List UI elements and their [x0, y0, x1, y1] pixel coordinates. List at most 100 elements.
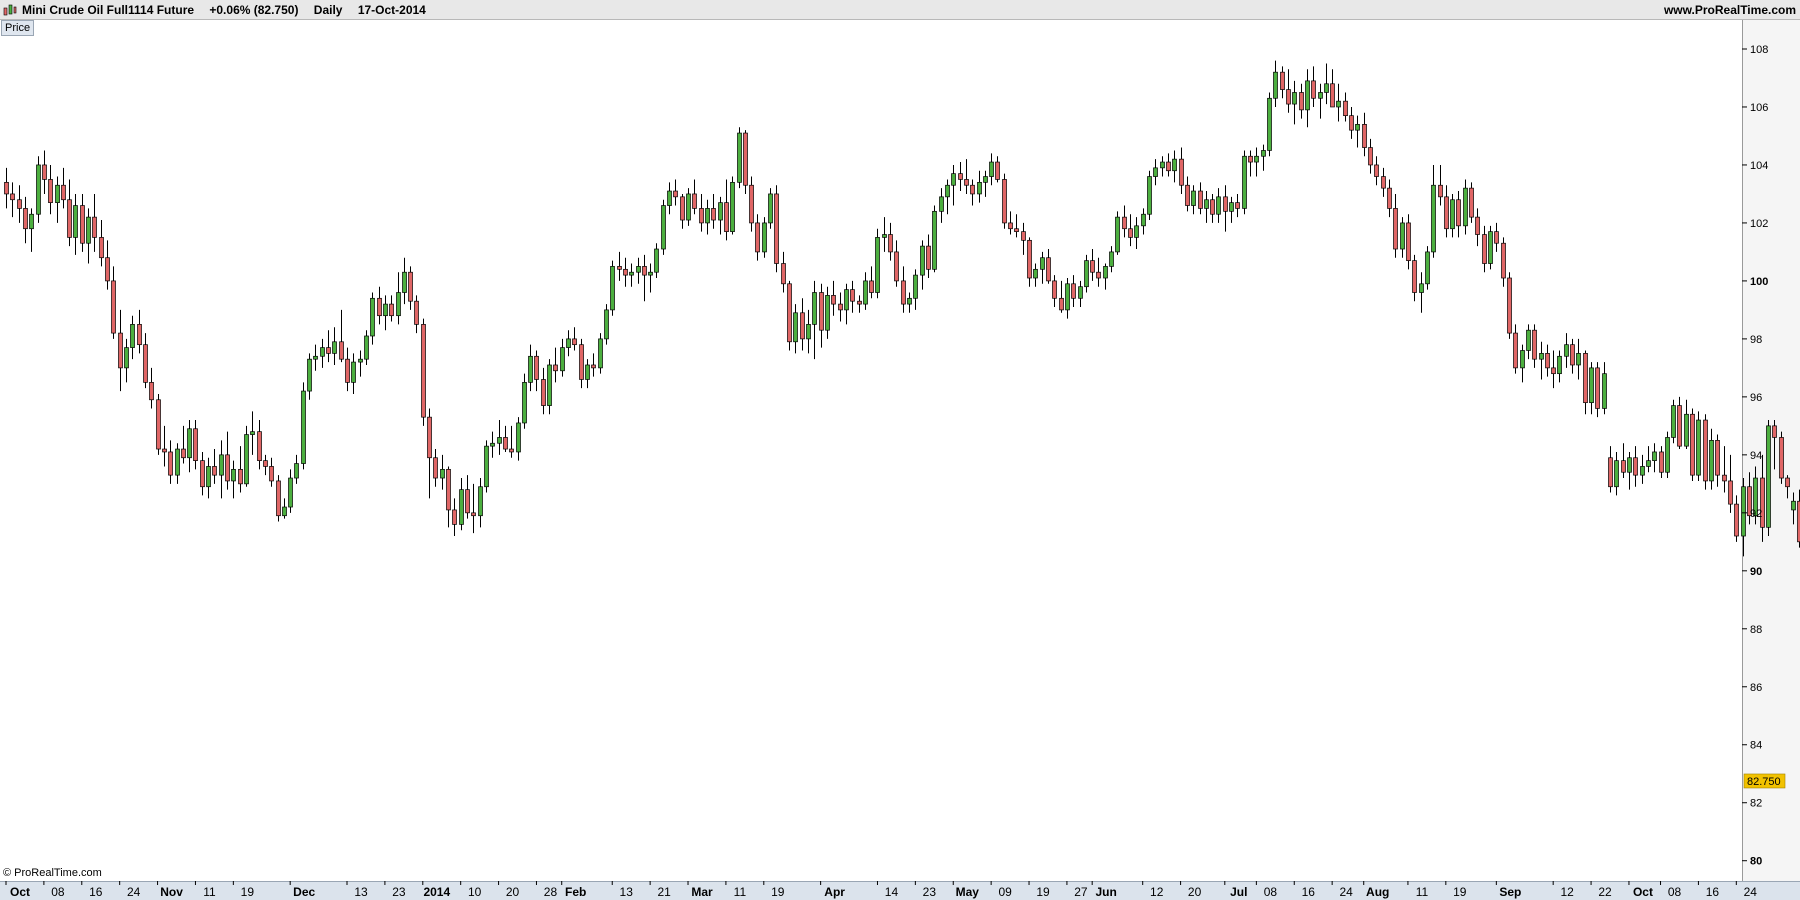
candle-body: [1532, 329, 1537, 360]
candle-body: [257, 431, 262, 461]
candle-body: [534, 355, 539, 380]
candle-body: [604, 309, 609, 340]
candle-body: [1406, 222, 1411, 261]
price-tab[interactable]: Price: [1, 20, 35, 36]
candle-body: [667, 190, 672, 206]
candle-body: [1292, 92, 1297, 105]
candle-body: [1709, 440, 1714, 482]
candle-body: [951, 173, 956, 186]
candle-body: [547, 364, 552, 406]
candle-body: [168, 451, 173, 476]
candle-body: [882, 234, 887, 238]
candle-body: [888, 234, 893, 253]
candle-body: [1305, 80, 1310, 111]
candle-body: [358, 358, 363, 363]
candle-body: [699, 208, 704, 224]
x-tick-label: 08: [51, 885, 65, 899]
candle-body: [36, 164, 41, 215]
candle-body: [244, 434, 249, 485]
price-chart[interactable]: 80 82 84 86 88 90 92 94 96 98 100 102 104 106 108 82.75…: [0, 20, 1800, 900]
candle-body: [749, 184, 754, 224]
candle-body: [1570, 344, 1575, 366]
candle-body: [1551, 367, 1556, 375]
candle-body: [1608, 457, 1613, 488]
x-tick-label: 28: [544, 885, 558, 899]
candle-body: [610, 266, 615, 311]
candle-body: [1595, 367, 1600, 409]
candle-body: [1147, 176, 1152, 215]
candle-body: [497, 437, 502, 444]
candle-body: [42, 164, 47, 180]
candle-body: [307, 358, 312, 392]
candle-body: [1791, 500, 1796, 511]
candle-body: [1722, 474, 1727, 482]
candle-body: [200, 460, 205, 488]
candle-body: [1438, 184, 1443, 198]
last-price-label: 82.750: [1747, 776, 1781, 788]
candle-body: [1153, 167, 1158, 177]
y-tick-label: 96: [1750, 392, 1762, 404]
y-tick-label: 100: [1750, 276, 1768, 288]
candle-body: [844, 289, 849, 311]
candle-body: [162, 448, 167, 453]
candle-body: [1677, 405, 1682, 447]
candle-body: [130, 324, 135, 348]
candle-body: [219, 454, 224, 476]
candle-body: [1160, 161, 1165, 169]
candle-body: [1557, 355, 1562, 375]
candle-body: [1141, 213, 1146, 227]
candle-body: [471, 512, 476, 517]
candle-body: [989, 161, 994, 177]
candle-body: [661, 205, 666, 250]
candle-body: [617, 266, 622, 270]
candle-body: [250, 431, 255, 435]
candle-body: [572, 338, 577, 346]
candle-body: [408, 271, 413, 302]
chart-icon: [3, 4, 17, 16]
candle-body: [983, 176, 988, 183]
candle-body: [276, 480, 281, 517]
candle-body: [1179, 158, 1184, 186]
candle-body: [1520, 350, 1525, 369]
candle-body: [1078, 286, 1083, 299]
candle-body: [1633, 457, 1638, 476]
candle-body: [1368, 147, 1373, 166]
candle-body: [1096, 271, 1101, 279]
x-tick-label: May: [956, 885, 980, 899]
candle-body: [718, 202, 723, 221]
candle-body: [1715, 440, 1720, 476]
x-tick-label: 08: [1668, 885, 1682, 899]
candle-body: [118, 332, 123, 369]
x-tick-label: Sep: [1499, 885, 1521, 899]
candle-body: [1299, 92, 1304, 111]
x-tick-label: 20: [506, 885, 520, 899]
x-tick-label: 11: [734, 885, 747, 899]
date-label: 17-Oct-2014: [357, 3, 426, 17]
candle-body: [541, 379, 546, 406]
candle-body: [1621, 460, 1626, 473]
candle-body: [1494, 231, 1499, 244]
candle-body: [1052, 280, 1057, 299]
candle-body: [774, 193, 779, 264]
candle-body: [1229, 202, 1234, 212]
x-tick-label: 13: [620, 885, 634, 899]
candle-body: [787, 283, 792, 343]
candle-body: [137, 324, 142, 346]
candle-body: [1501, 242, 1506, 279]
candle-body: [945, 184, 950, 198]
candle-body: [566, 338, 571, 348]
candle-body: [414, 300, 419, 325]
candle-body: [1248, 155, 1253, 163]
candle-body: [686, 193, 691, 221]
candle-body: [1400, 222, 1405, 250]
candle-body: [446, 468, 451, 511]
candle-body: [29, 213, 34, 230]
candle-body: [737, 132, 742, 183]
candle-body: [1235, 202, 1240, 209]
candle-body: [490, 442, 495, 447]
y-tick-label: 90: [1750, 566, 1762, 578]
candle-body: [654, 248, 659, 273]
site-link[interactable]: www.ProRealTime.com: [1664, 3, 1796, 17]
candle-body: [711, 208, 716, 221]
x-tick-label: 08: [1264, 885, 1278, 899]
